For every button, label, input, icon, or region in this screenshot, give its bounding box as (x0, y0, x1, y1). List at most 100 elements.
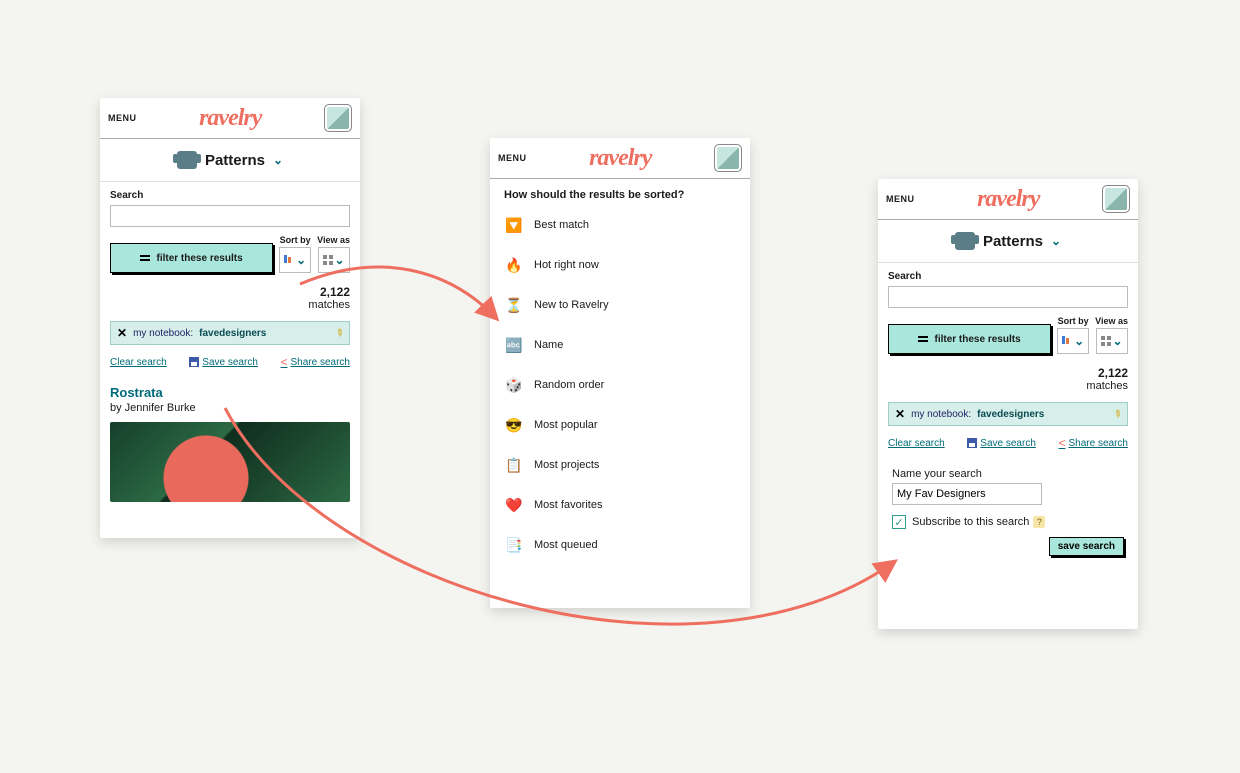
sort-option-label: Most queued (534, 539, 598, 551)
sort-option-queued[interactable]: 📑 Most queued (496, 525, 744, 565)
avatar[interactable] (714, 144, 742, 172)
save-search-panel: Name your search ✓ Subscribe to this sea… (878, 456, 1138, 541)
filter-results-button[interactable]: filter these results (888, 324, 1051, 354)
result-title[interactable]: Rostrata (110, 385, 350, 400)
patterns-icon (177, 151, 197, 169)
avatar[interactable] (1102, 185, 1130, 213)
sort-by-label: Sort by (280, 235, 311, 245)
sort-icon (284, 255, 294, 265)
sort-by-dropdown[interactable]: ⌄ (279, 247, 311, 273)
share-search-link[interactable]: <Share search (280, 355, 350, 369)
filter-chip[interactable]: ✕ my notebook: favedesigners ✎ (110, 321, 350, 345)
pencil-icon[interactable]: ✎ (332, 326, 345, 340)
save-search-link[interactable]: Save search (189, 357, 258, 368)
avatar[interactable] (324, 104, 352, 132)
view-as-label: View as (317, 235, 350, 245)
sort-by-dropdown[interactable]: ⌄ (1057, 328, 1089, 354)
filter-chip[interactable]: ✕ my notebook: favedesigners ✎ (888, 402, 1128, 426)
view-as-column: View as ⌄ (317, 235, 350, 273)
clear-search-link[interactable]: Clear search (888, 438, 945, 449)
flame-icon: 🔥 (506, 257, 522, 273)
sort-option-label: Most popular (534, 419, 598, 431)
phone-card-3: MENU ravelry Patterns ⌄ Search filter th… (878, 179, 1138, 629)
match-label: matches (308, 299, 350, 311)
page-heading[interactable]: Patterns ⌄ (100, 139, 360, 182)
patterns-icon (955, 232, 975, 250)
result-item[interactable]: Rostrata by Jennifer Burke (100, 375, 360, 512)
chevron-down-icon: ⌄ (273, 153, 283, 167)
help-icon[interactable]: ? (1033, 516, 1045, 528)
sort-icon: 🔽 (506, 217, 522, 233)
filter-results-button[interactable]: filter these results (110, 243, 273, 273)
pencil-icon[interactable]: ✎ (1110, 407, 1123, 421)
match-number: 2,122 (320, 285, 350, 299)
result-byline: by Jennifer Burke (110, 402, 350, 414)
diagram-stage: MENU ravelry Patterns ⌄ Search filter th… (0, 0, 1240, 773)
menu-button[interactable]: MENU (108, 113, 137, 123)
alpha-icon: 🔤 (506, 337, 522, 353)
view-as-dropdown[interactable]: ⌄ (1096, 328, 1128, 354)
search-label: Search (888, 271, 1128, 282)
sort-option-projects[interactable]: 📋Most projects (496, 445, 744, 485)
sort-by-column: Sort by ⌄ (279, 235, 311, 273)
save-search-button[interactable]: save search (1049, 537, 1124, 556)
chip-prefix: my notebook: (911, 409, 971, 420)
sort-option-label: New to Ravelry (534, 299, 609, 311)
clear-search-link[interactable]: Clear search (110, 357, 167, 368)
chip-value: favedesigners (977, 409, 1044, 420)
sort-option-best-match[interactable]: 🔽 Best match (496, 205, 744, 245)
grid-icon (1101, 336, 1111, 346)
chip-prefix: my notebook: (133, 328, 193, 339)
match-count: 2,122 matches (878, 360, 1138, 398)
page-heading[interactable]: Patterns ⌄ (878, 220, 1138, 263)
sort-option-label: Best match (534, 219, 589, 231)
options-row: filter these results Sort by ⌄ View as ⌄ (878, 316, 1138, 360)
search-links-row: Clear search Save search <Share search (878, 430, 1138, 456)
random-icon: 🎲 (506, 377, 522, 393)
sort-option-label: Hot right now (534, 259, 599, 271)
sort-option-new[interactable]: ⏳New to Ravelry (496, 285, 744, 325)
result-thumbnail[interactable] (110, 422, 350, 502)
list-icon: 📑 (506, 537, 522, 553)
grid-icon (323, 255, 333, 265)
sort-option-hot[interactable]: 🔥 Hot right now (496, 245, 744, 285)
sort-by-label: Sort by (1058, 316, 1089, 326)
sort-option-name[interactable]: 🔤Name (496, 325, 744, 365)
sliders-icon (140, 253, 150, 263)
page-title: Patterns (983, 233, 1043, 250)
close-icon[interactable]: ✕ (895, 407, 905, 421)
brand-logo[interactable]: ravelry (589, 145, 651, 172)
search-name-input[interactable] (892, 483, 1042, 505)
save-search-link[interactable]: Save search (967, 438, 1036, 449)
sort-option-popular[interactable]: 😎Most popular (496, 405, 744, 445)
share-search-link[interactable]: <Share search (1058, 436, 1128, 450)
topbar: MENU ravelry (100, 98, 360, 139)
search-input[interactable] (110, 205, 350, 227)
view-as-dropdown[interactable]: ⌄ (318, 247, 350, 273)
sort-option-label: Random order (534, 379, 604, 391)
search-input[interactable] (888, 286, 1128, 308)
menu-button[interactable]: MENU (498, 153, 527, 163)
match-count: 2,122 matches (100, 279, 360, 317)
subscribe-checkbox[interactable]: ✓ (892, 515, 906, 529)
brand-logo[interactable]: ravelry (199, 105, 261, 132)
options-row: filter these results Sort by ⌄ View as ⌄ (100, 235, 360, 279)
menu-button[interactable]: MENU (886, 194, 915, 204)
sort-option-label: Most favorites (534, 499, 602, 511)
filter-button-label: filter these results (156, 253, 242, 264)
close-icon[interactable]: ✕ (117, 326, 127, 340)
clipboard-icon: 📋 (506, 457, 522, 473)
brand-logo[interactable]: ravelry (977, 186, 1039, 213)
subscribe-label: Subscribe to this search (912, 516, 1029, 528)
chevron-down-icon: ⌄ (1074, 334, 1084, 348)
chevron-down-icon: ⌄ (1113, 334, 1123, 348)
sort-panel-title: How should the results be sorted? (490, 179, 750, 205)
search-links-row: Clear search Save search <Share search (100, 349, 360, 375)
view-as-column: View as ⌄ (1095, 316, 1128, 354)
sort-option-favorites[interactable]: ❤️Most favorites (496, 485, 744, 525)
share-icon: < (1058, 436, 1065, 450)
sort-option-random[interactable]: 🎲 Random order (496, 365, 744, 405)
chevron-down-icon: ⌄ (296, 253, 306, 267)
view-as-label: View as (1095, 316, 1128, 326)
sort-options-list: 🔽 Best match 🔥 Hot right now ⏳New to Ravel… (490, 205, 750, 565)
